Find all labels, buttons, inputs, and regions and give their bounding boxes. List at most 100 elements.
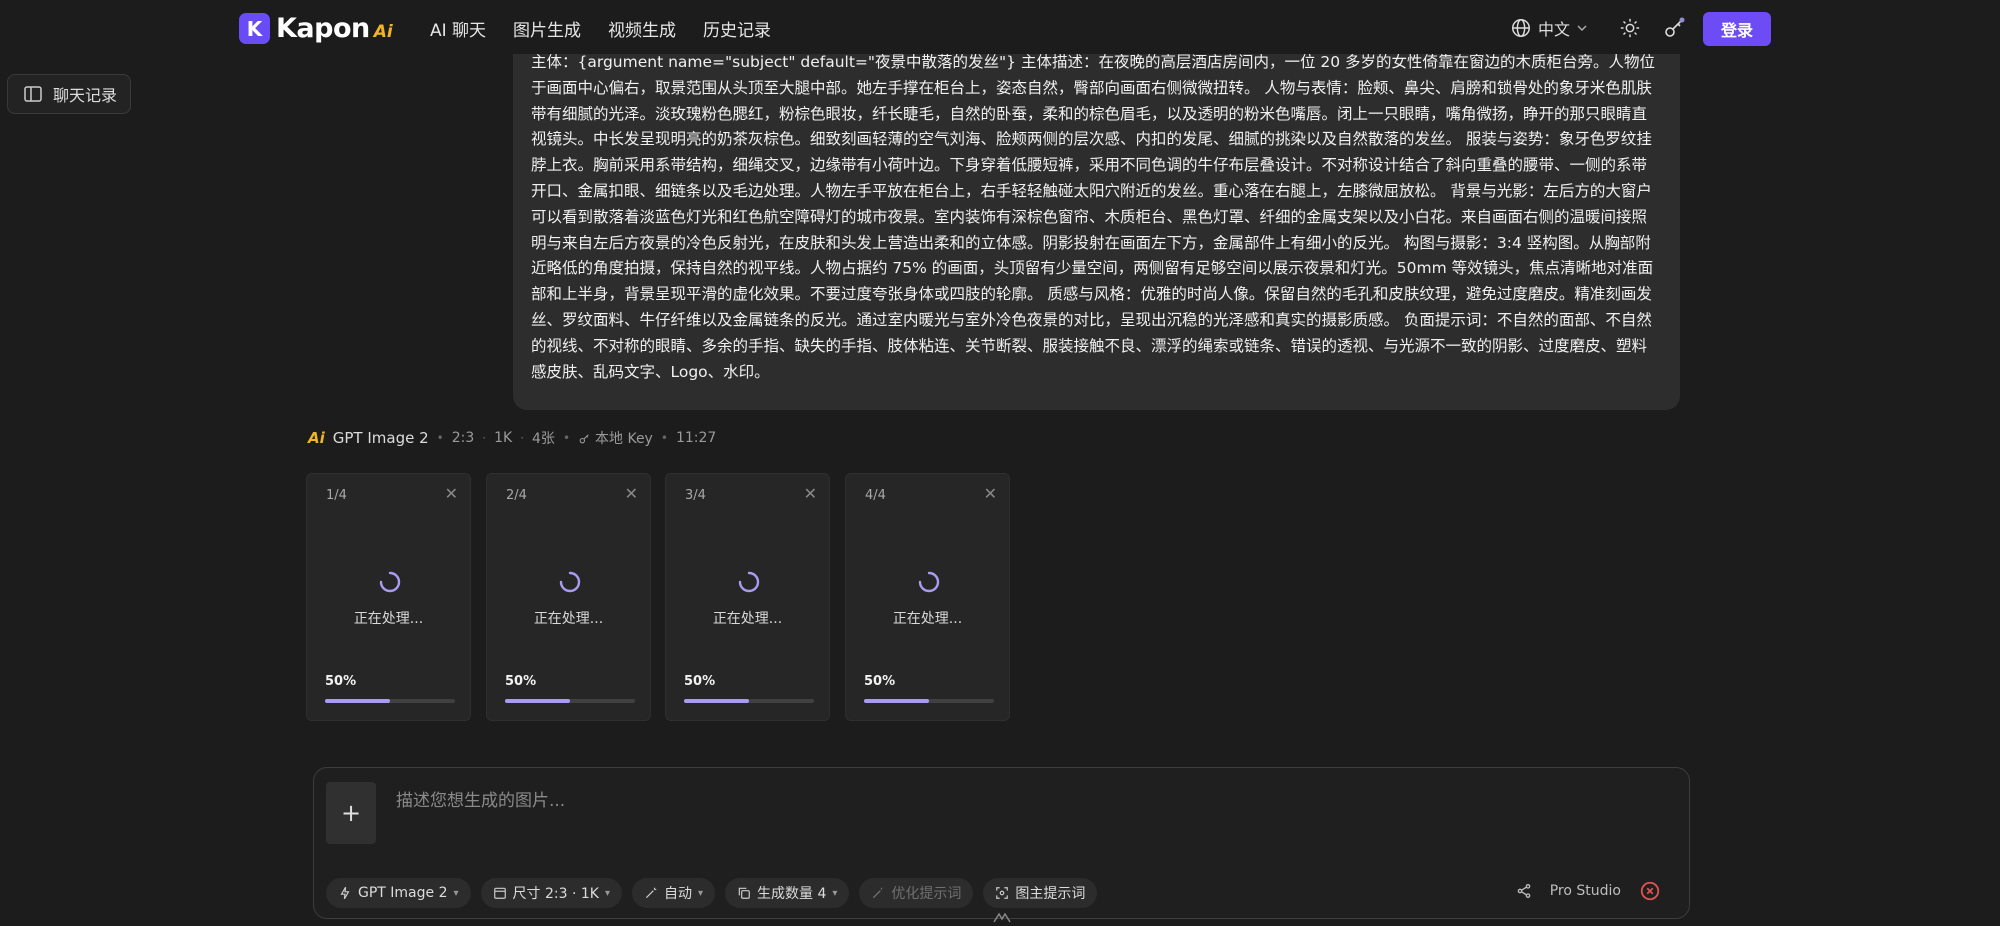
logo-mark-icon: K xyxy=(239,13,270,44)
timestamp: 11:27 xyxy=(675,430,717,446)
model-name: GPT Image 2 xyxy=(332,429,429,447)
card-status: 正在处理... xyxy=(353,611,424,627)
card-index: 4/4 xyxy=(865,488,886,503)
loading-spinner-icon xyxy=(559,571,581,593)
top-bar: K Kapon Ai AI 聊天 图片生成 视频生成 历史记录 中文 登录 xyxy=(0,0,2000,56)
ai-badge: Ai xyxy=(308,429,325,447)
sparkle-icon xyxy=(340,886,350,900)
progress-bar xyxy=(864,699,994,703)
card-status: 正在处理... xyxy=(712,611,783,627)
card-status: 正在处理... xyxy=(892,611,963,627)
prompt-input[interactable] xyxy=(396,786,1296,816)
model-select-label: GPT Image 2 xyxy=(358,885,448,901)
card-percent: 50% xyxy=(684,674,716,689)
separator-dot: • xyxy=(436,431,444,445)
prompt-composer: + GPT Image 2 ▾ 尺寸 2:3 · 1K ▾ 自动 ▾ 生成数量 … xyxy=(313,767,1690,919)
key-label: 本地 Key xyxy=(595,431,653,447)
language-selector[interactable]: 中文 xyxy=(1510,16,1588,40)
composer-toolbar: GPT Image 2 ▾ 尺寸 2:3 · 1K ▾ 自动 ▾ 生成数量 4 … xyxy=(326,878,1098,908)
pro-studio-link[interactable]: Pro Studio xyxy=(1550,883,1621,899)
model-select[interactable]: GPT Image 2 ▾ xyxy=(326,878,471,908)
stop-icon[interactable] xyxy=(1639,880,1661,902)
user-prompt-bubble: 主体：{argument name="subject" default="夜景中… xyxy=(513,54,1680,410)
key-icon xyxy=(579,433,589,443)
loading-spinner-icon xyxy=(379,571,401,593)
nav-history[interactable]: 历史记录 xyxy=(703,16,771,41)
optimize-prompt-label: 优化提示词 xyxy=(891,886,962,902)
key-settings-button[interactable] xyxy=(1660,14,1688,42)
logo[interactable]: K Kapon Ai xyxy=(239,13,393,44)
style-select-label: 自动 xyxy=(663,886,692,902)
count-select[interactable]: 生成数量 4 ▾ xyxy=(725,878,850,908)
separator-dot: • xyxy=(562,431,571,445)
separator-dot: • xyxy=(660,431,668,445)
chevron-down-icon: ▾ xyxy=(832,887,838,899)
ratio-label: 2:3 xyxy=(451,430,475,446)
generation-meta: Ai GPT Image 2 • 2:3 · 1K · 4张 • 本地 Key … xyxy=(308,428,716,448)
card-percent: 50% xyxy=(505,674,537,689)
close-icon[interactable]: ✕ xyxy=(445,484,458,503)
count-select-label: 生成数量 4 xyxy=(757,886,827,902)
optimize-prompt-button[interactable]: 优化提示词 xyxy=(859,878,974,908)
loading-spinner-icon xyxy=(738,571,760,593)
chat-history-button[interactable]: 聊天记录 xyxy=(7,74,131,114)
chevron-down-icon: ▾ xyxy=(453,887,459,899)
progress-fill xyxy=(684,699,749,703)
main-nav: AI 聊天 图片生成 视频生成 历史记录 xyxy=(430,16,771,41)
magic-wand-icon xyxy=(873,887,883,899)
add-attachment-button[interactable]: + xyxy=(326,782,376,844)
card-index: 1/4 xyxy=(326,488,347,503)
copy-icon xyxy=(738,887,750,899)
share-icon[interactable] xyxy=(1516,883,1532,899)
chat-history-label: 聊天记录 xyxy=(53,86,118,105)
image-placeholder-card: 1/4 ✕ 正在处理... 50% xyxy=(306,473,471,721)
nav-video-generation[interactable]: 视频生成 xyxy=(608,16,676,41)
chevron-down-icon: ▾ xyxy=(604,887,610,899)
card-index: 3/4 xyxy=(685,488,706,503)
close-icon[interactable]: ✕ xyxy=(984,484,997,503)
progress-fill xyxy=(864,699,929,703)
separator-dot: · xyxy=(520,431,525,445)
progress-bar xyxy=(325,699,455,703)
calendar-icon xyxy=(493,887,506,899)
card-percent: 50% xyxy=(864,674,896,689)
magic-wand-icon xyxy=(645,887,657,899)
sidebar-toggle-icon xyxy=(24,86,42,102)
close-icon[interactable]: ✕ xyxy=(625,484,638,503)
loading-spinner-icon xyxy=(918,571,940,593)
sun-icon xyxy=(1620,18,1640,38)
style-select[interactable]: 自动 ▾ xyxy=(631,878,716,908)
language-label: 中文 xyxy=(1538,20,1571,39)
globe-icon xyxy=(1512,19,1530,37)
progress-fill xyxy=(505,699,570,703)
close-icon[interactable]: ✕ xyxy=(804,484,817,503)
resolution-label: 1K xyxy=(494,430,513,446)
logo-ai-badge: Ai xyxy=(373,21,393,42)
image-prompt-label: 图主提示词 xyxy=(1015,886,1086,902)
count-label: 4张 xyxy=(532,431,555,447)
theme-toggle-button[interactable] xyxy=(1616,14,1644,42)
card-percent: 50% xyxy=(325,674,357,689)
login-button[interactable]: 登录 xyxy=(1703,12,1771,46)
card-status: 正在处理... xyxy=(533,611,604,627)
image-placeholder-card: 3/4 ✕ 正在处理... 50% xyxy=(665,473,830,721)
image-prompt-button[interactable]: 图主提示词 xyxy=(983,878,1098,908)
prompt-text: 主体：{argument name="subject" default="夜景中… xyxy=(531,54,1656,381)
card-index: 2/4 xyxy=(506,488,527,503)
nav-image-generation[interactable]: 图片生成 xyxy=(513,16,581,41)
scroll-indicator-icon xyxy=(993,912,1011,923)
progress-bar xyxy=(684,699,814,703)
nav-ai-chat[interactable]: AI 聊天 xyxy=(430,16,486,41)
size-select[interactable]: 尺寸 2:3 · 1K ▾ xyxy=(480,878,622,908)
logo-text: Kapon xyxy=(276,13,370,44)
chevron-down-icon xyxy=(1577,25,1587,32)
key-icon xyxy=(1665,17,1685,37)
chevron-down-icon: ▾ xyxy=(697,887,704,899)
composer-right-tools: Pro Studio xyxy=(1516,880,1661,902)
progress-fill xyxy=(325,699,390,703)
size-select-label: 尺寸 2:3 · 1K xyxy=(512,886,599,902)
image-placeholder-card: 2/4 ✕ 正在处理... 50% xyxy=(486,473,651,721)
separator-dot: · xyxy=(482,431,487,445)
progress-bar xyxy=(505,699,635,703)
scan-icon xyxy=(996,887,1009,899)
